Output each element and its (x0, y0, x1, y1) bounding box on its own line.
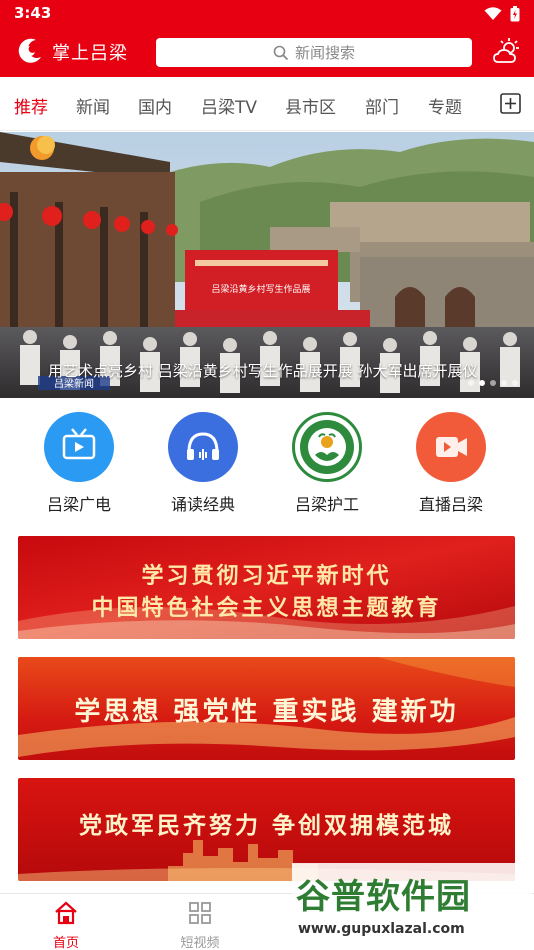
entry-label: 诵读经典 (170, 495, 235, 514)
tab-news[interactable]: 新闻 (76, 93, 110, 118)
quick-entries: 吕梁广电 诵读经典 吕梁护工 直播吕梁 (0, 400, 534, 522)
banner-photo: 吕梁沿黄乡村写生作品展 吕梁新闻 (0, 132, 534, 398)
app-screen: 3:43 掌上吕梁 新闻搜索 推荐 新闻 国内 吕梁TV 县市区 部门 专题 吕… (0, 0, 534, 950)
app-logo-icon (18, 38, 41, 63)
promo-line-1: 党政军民齐努力 争创双拥模范城 (78, 812, 454, 839)
promo-line-2: 中国特色社会主义思想主题教育 (91, 595, 442, 621)
backdrop-text: 吕梁沿黄乡村写生作品展 (211, 283, 310, 295)
nav-home[interactable]: 首页 (26, 900, 106, 950)
status-bar: 3:43 (0, 0, 534, 28)
entry-label: 吕梁广电 (46, 495, 111, 514)
search-icon (273, 45, 289, 60)
app-bar: 掌上吕梁 新闻搜索 (0, 30, 534, 74)
video-camera-icon (436, 437, 467, 457)
tab-topics[interactable]: 专题 (428, 93, 462, 118)
site-watermark: 谷普软件园 www.gupuxlazal.com (292, 863, 532, 950)
tab-departments[interactable]: 部门 (365, 93, 399, 118)
nav-label: 首页 (52, 936, 79, 950)
status-time: 3:43 (14, 4, 52, 22)
home-icon (55, 901, 77, 925)
nursing-emblem-icon (300, 420, 354, 474)
watermark-title: 谷普软件园 (296, 877, 471, 917)
search-input[interactable]: 新闻搜索 (156, 38, 472, 67)
nav-short-video[interactable]: 短视频 (160, 900, 240, 950)
tv-icon (62, 428, 96, 460)
tab-counties[interactable]: 县市区 (285, 93, 336, 118)
carousel-dot[interactable] (512, 380, 518, 386)
tab-recommend[interactable]: 推荐 (14, 93, 48, 118)
promo-line-1: 学思想 强党性 重实践 建新功 (74, 697, 459, 727)
battery-icon (510, 6, 520, 22)
carousel-dot[interactable] (501, 380, 507, 386)
app-title: 掌上吕梁 (52, 43, 128, 64)
carousel-dot[interactable] (479, 380, 485, 386)
entry-live-lvliang[interactable]: 直播吕梁 (396, 412, 506, 515)
grid-icon (189, 902, 211, 924)
headphones-icon (187, 432, 219, 460)
entry-lvliang-broadcast[interactable]: 吕梁广电 (24, 412, 134, 515)
app-header: 3:43 掌上吕梁 新闻搜索 (0, 0, 534, 77)
wifi-icon (484, 7, 502, 20)
nav-label: 短视频 (180, 936, 220, 950)
carousel-dots (468, 380, 518, 386)
carousel-dot[interactable] (490, 380, 496, 386)
entry-recite-classics[interactable]: 诵读经典 (148, 412, 258, 515)
add-tab-icon[interactable] (500, 93, 521, 114)
tab-lvliang-tv[interactable]: 吕梁TV (201, 93, 257, 118)
carousel-dot[interactable] (468, 380, 474, 386)
promo-line-1: 学习贯彻习近平新时代 (141, 563, 392, 589)
watermark-url: www.gupuxlazal.com (298, 921, 465, 937)
entry-lvliang-nursing[interactable]: 吕梁护工 (272, 412, 382, 515)
category-tabs: 推荐 新闻 国内 吕梁TV 县市区 部门 专题 (0, 77, 534, 131)
promo-banner-theme-education[interactable]: 学习贯彻习近平新时代 中国特色社会主义思想主题教育 (18, 536, 515, 639)
entry-label: 吕梁护工 (294, 495, 359, 514)
weather-icon[interactable] (492, 36, 522, 66)
tab-domestic[interactable]: 国内 (138, 93, 172, 118)
banner-caption: 用艺术点亮乡村 吕梁沿黄乡村写生作品展开展 孙大军出席开展仪 (48, 362, 478, 380)
promo-banner-learn-thought[interactable]: 学思想 强党性 重实践 建新功 (18, 657, 515, 760)
news-carousel[interactable]: 吕梁沿黄乡村写生作品展 吕梁新闻 用艺术点亮乡村 吕梁沿黄乡村写生作品展开展 孙… (0, 132, 534, 398)
search-placeholder: 新闻搜索 (294, 44, 355, 62)
entry-label: 直播吕梁 (418, 495, 483, 514)
